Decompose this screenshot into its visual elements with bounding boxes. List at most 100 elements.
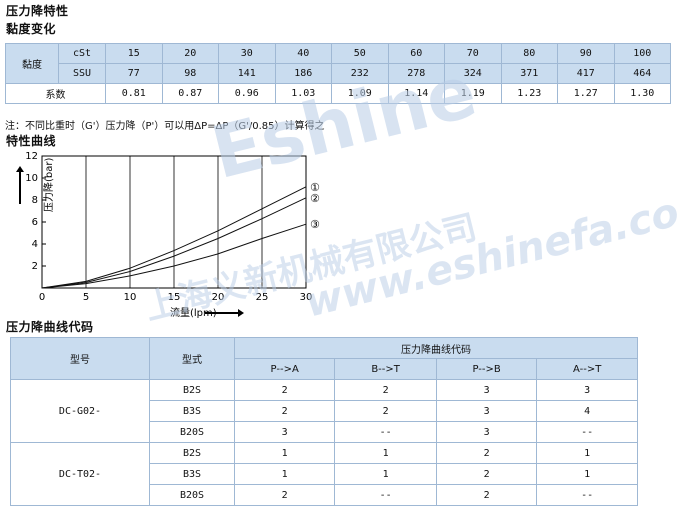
code-cell: 2 [233,484,336,506]
code-cell: 2 [435,463,538,485]
code-table: 型号 型式 压力降曲线代码 P-->A B-->T P-->B A-->T DC… [10,337,638,506]
y-tick-label: 12 [25,151,38,162]
cst-cell: 40 [274,43,332,64]
ssu-cell: 278 [387,63,445,84]
watermark-url: www.eshinefa.com [300,179,680,327]
code-cell: -- [334,421,437,443]
curve-title: 特性曲线 [6,134,57,148]
code-cell: 3 [233,421,336,443]
code-cell: -- [536,484,638,506]
cst-cell: 15 [105,43,163,64]
cst-cell: 60 [387,43,445,64]
code-cell: 3 [435,421,538,443]
direction-header: B-->T [334,358,437,380]
page-title: 压力降特性 [6,4,69,18]
coef-cell: 0.96 [218,83,276,104]
cst-cell: 30 [218,43,276,64]
col-code-header: 压力降曲线代码 [234,337,638,359]
code-cell: 2 [435,442,538,464]
y-tick-label: 6 [32,217,38,228]
code-cell: 2 [233,379,336,401]
cst-cell: 70 [444,43,502,64]
type-cell: B2S [149,442,235,464]
col-type-header: 型式 [149,337,235,380]
cst-cell: 50 [331,43,389,64]
y-tick-label: 8 [32,195,38,206]
type-cell: B20S [149,484,235,506]
type-cell: B2S [149,379,235,401]
coef-cell: 1.23 [500,83,558,104]
y-axis-label: 压力降(bar) [42,158,55,212]
coef-cell: 0.87 [161,83,219,104]
y-tick-label: 2 [32,261,38,272]
code-cell: 2 [233,400,336,422]
code-cell: 1 [334,463,437,485]
ssu-cell: 98 [161,63,219,84]
viscosity-row-label: 黏度 [5,43,59,84]
cst-cell: 90 [557,43,615,64]
x-tick-label: 5 [83,292,89,303]
direction-header: P-->A [233,358,336,380]
coef-cell: 1.27 [557,83,615,104]
type-cell: B20S [149,421,235,443]
x-tick-label: 30 [300,292,313,303]
x-axis-arrowhead [238,309,244,317]
ssu-cell: 417 [557,63,615,84]
code-title: 压力降曲线代码 [6,320,94,334]
code-cell: 2 [435,484,538,506]
coef-cell: 1.30 [613,83,671,104]
ssu-cell: 371 [500,63,558,84]
x-tick-label: 20 [212,292,225,303]
code-cell: 3 [435,379,538,401]
y-axis-arrowhead [16,166,24,172]
curve-label-2: ② [310,192,320,205]
model-cell: DC-T02- [10,442,150,506]
chart-ticks: 0 5 10 15 20 25 3024681012①②③ [25,151,320,303]
code-cell: 3 [435,400,538,422]
x-tick-label: 10 [124,292,137,303]
code-cell: 1 [233,442,336,464]
code-cell: 4 [536,400,638,422]
unit-cst: cSt [58,43,106,64]
ssu-cell: 141 [218,63,276,84]
cst-cell: 80 [500,43,558,64]
conversion-note: 注：不同比重时（G'）压力降（P'）可以用ΔP=ΔP（G'/0.85）计算得之 [5,121,325,132]
code-cell: 2 [334,379,437,401]
cst-cell: 100 [613,43,671,64]
chart-grid [41,155,307,289]
code-cell: -- [536,421,638,443]
coef-cell: 1.19 [444,83,502,104]
direction-header: A-->T [536,358,638,380]
y-tick-label: 4 [32,239,38,250]
code-cell: 3 [536,379,638,401]
code-cell: -- [334,484,437,506]
type-cell: B3S [149,463,235,485]
pressure-drop-chart: 0 5 10 15 20 25 3024681012①②③ 压力降(bar) 流量(lpm) [16,151,320,319]
viscosity-title: 黏度变化 [6,22,57,36]
cst-cell: 20 [161,43,219,64]
code-cell: 1 [334,442,437,464]
viscosity-table: 黏度 cSt 15 20 30 40 50 60 70 80 90 100 SS… [5,43,671,104]
ssu-cell: 324 [444,63,502,84]
coef-cell: 1.14 [387,83,445,104]
code-cell: 1 [536,442,638,464]
code-cell: 2 [334,400,437,422]
col-model-header: 型号 [10,337,150,380]
code-cell: 1 [233,463,336,485]
code-cell: 1 [536,463,638,485]
curve-label-3: ③ [310,218,320,231]
ssu-cell: 464 [613,63,671,84]
coef-cell: 1.03 [274,83,332,104]
coef-cell: 0.81 [105,83,163,104]
unit-ssu: SSU [58,63,106,84]
y-tick-label: 10 [25,173,38,184]
x-tick-label: 25 [256,292,269,303]
ssu-cell: 186 [274,63,332,84]
x-tick-label: 0 [39,292,45,303]
type-cell: B3S [149,400,235,422]
ssu-cell: 77 [105,63,163,84]
x-tick-label: 15 [168,292,181,303]
coef-cell: 1.09 [331,83,389,104]
direction-header: P-->B [435,358,538,380]
model-cell: DC-G02- [10,379,150,443]
